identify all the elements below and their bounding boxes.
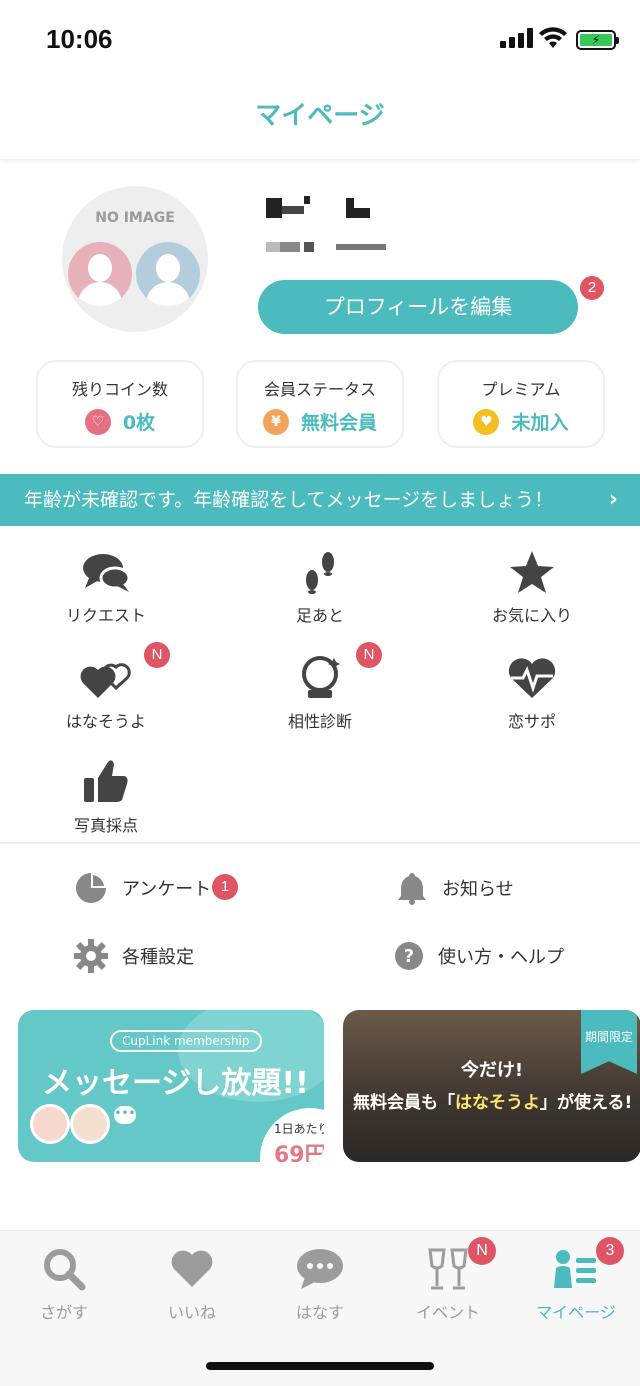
feature-hanasouyo[interactable]: はなそうよ N bbox=[26, 642, 186, 732]
star-icon bbox=[452, 546, 612, 594]
search-icon bbox=[0, 1245, 128, 1293]
section-divider bbox=[0, 842, 640, 844]
feature-label: 足あと bbox=[295, 606, 344, 625]
tab-talk[interactable]: はなす bbox=[256, 1245, 384, 1323]
heart-icon bbox=[128, 1245, 256, 1293]
menu-notices[interactable]: お知らせ bbox=[396, 868, 514, 908]
membership-pill: CupLink membership bbox=[110, 1030, 262, 1052]
membership-status-value: 無料会員 bbox=[300, 412, 377, 434]
feature-label: リクエスト bbox=[65, 606, 146, 625]
man-avatar-icon bbox=[70, 1104, 110, 1144]
female-silhouette-icon bbox=[68, 242, 132, 306]
home-indicator bbox=[206, 1362, 434, 1370]
woman-avatar-icon bbox=[30, 1104, 70, 1144]
footprints-icon bbox=[240, 546, 400, 594]
profile-name-redacted bbox=[266, 196, 376, 222]
battery-icon: ⚡ bbox=[576, 30, 619, 50]
premium-card[interactable]: プレミアム ♥ 未加入 bbox=[437, 360, 605, 448]
tab-events[interactable]: イベント N bbox=[384, 1237, 512, 1323]
age-banner-text: 年齢が未確認です。年齢確認をしてメッセージをしましょう！ bbox=[24, 489, 554, 511]
feature-label: お気に入り bbox=[491, 606, 572, 625]
coins-value: 0枚 bbox=[122, 412, 156, 434]
premium-label: プレミアム bbox=[481, 380, 561, 399]
price-amount: 69円から bbox=[274, 1143, 324, 1162]
feature-footprints[interactable]: 足あと bbox=[240, 546, 400, 626]
svg-text:?: ? bbox=[404, 946, 414, 967]
edit-profile-badge: 2 bbox=[580, 276, 604, 300]
chat-dots-icon: ••• bbox=[114, 1106, 136, 1124]
limited-line2-highlight: はなそうよ bbox=[455, 1093, 540, 1113]
events-badge: N bbox=[468, 1237, 496, 1265]
feature-favorites[interactable]: お気に入り bbox=[452, 546, 612, 626]
age-verification-banner[interactable]: 年齢が未確認です。年齢確認をしてメッセージをしましょう！ › bbox=[0, 474, 640, 526]
thumbs-up-icon bbox=[26, 756, 186, 804]
edit-profile-button[interactable]: プロフィールを編集 bbox=[258, 280, 578, 334]
gear-icon bbox=[74, 939, 108, 973]
heartbeat-icon bbox=[452, 652, 612, 700]
wifi-icon bbox=[539, 27, 567, 48]
mypage-badge: 3 bbox=[596, 1237, 624, 1265]
menu-survey-label: アンケート bbox=[122, 879, 212, 900]
feature-photo-score[interactable]: 写真採点 bbox=[26, 756, 186, 836]
membership-status-label: 会員ステータス bbox=[263, 380, 376, 399]
limited-line1: 今だけ! bbox=[460, 1060, 524, 1081]
avatar-no-image-label: NO IMAGE bbox=[95, 210, 175, 226]
tab-search[interactable]: さがす bbox=[0, 1245, 128, 1323]
bell-icon bbox=[398, 873, 426, 905]
page-title: マイページ bbox=[255, 101, 385, 131]
membership-promo-card[interactable]: CupLink membership メッセージし放題!! ••• 1日あたり … bbox=[18, 1010, 324, 1162]
feature-love-support[interactable]: 恋サポ bbox=[452, 652, 612, 732]
feature-label: 相性診断 bbox=[287, 712, 352, 731]
coin-icon: ♡ bbox=[84, 408, 111, 435]
membership-title: メッセージし放題!! bbox=[42, 1066, 309, 1101]
menu-settings[interactable]: 各種設定 bbox=[74, 936, 194, 976]
tab-label: イベント bbox=[415, 1303, 480, 1322]
tab-mypage[interactable]: マイページ 3 bbox=[512, 1237, 640, 1323]
new-badge: N bbox=[144, 642, 170, 668]
tab-label: さがす bbox=[39, 1303, 88, 1322]
menu-settings-label: 各種設定 bbox=[122, 947, 194, 968]
limited-line2: 無料会員も「はなそうよ」が使える! bbox=[353, 1088, 632, 1113]
tab-label: いいね bbox=[167, 1303, 216, 1322]
profile-info-redacted bbox=[266, 240, 392, 254]
feature-compatibility[interactable]: 相性診断 N bbox=[240, 642, 400, 732]
premium-icon: ♥ bbox=[473, 408, 500, 435]
status-bar: 10:06 ⚡ bbox=[0, 0, 640, 80]
status-time: 10:06 bbox=[46, 24, 113, 54]
feature-label: 恋サポ bbox=[507, 712, 556, 731]
coins-label: 残りコイン数 bbox=[71, 380, 168, 399]
new-badge: N bbox=[356, 642, 382, 668]
speech-bubble-icon bbox=[256, 1245, 384, 1293]
price-per-day: 1日あたり bbox=[274, 1122, 324, 1136]
limited-promo-card[interactable]: 期間限定 今だけ! 無料会員も「はなそうよ」が使える! bbox=[343, 1010, 640, 1162]
chat-bubbles-icon bbox=[26, 546, 186, 594]
menu-survey[interactable]: アンケート 1 bbox=[74, 868, 238, 908]
menu-help-label: 使い方・ヘルプ bbox=[438, 947, 564, 968]
chevron-right-icon: › bbox=[608, 487, 618, 512]
limited-line2-b: 」が使える! bbox=[540, 1093, 633, 1113]
limited-line2-a: 無料会員も「 bbox=[353, 1093, 455, 1113]
survey-badge: 1 bbox=[212, 874, 238, 900]
pie-chart-icon bbox=[76, 873, 106, 903]
avatar[interactable]: NO IMAGE bbox=[62, 186, 208, 332]
membership-status-card[interactable]: 会員ステータス ¥ 無料会員 bbox=[236, 360, 404, 448]
help-icon: ? bbox=[395, 942, 423, 970]
menu-notices-label: お知らせ bbox=[442, 879, 514, 900]
feature-label: 写真採点 bbox=[73, 816, 138, 835]
cellular-signal-icon bbox=[500, 28, 534, 48]
feature-request[interactable]: リクエスト bbox=[26, 546, 186, 626]
tab-label: マイページ bbox=[536, 1303, 616, 1322]
male-silhouette-icon bbox=[136, 242, 200, 306]
page-header: マイページ bbox=[0, 80, 640, 160]
coins-card[interactable]: 残りコイン数 ♡ 0枚 bbox=[36, 360, 204, 448]
premium-value: 未加入 bbox=[511, 412, 569, 434]
menu-help[interactable]: ? 使い方・ヘルプ bbox=[394, 936, 564, 976]
yen-icon: ¥ bbox=[262, 408, 289, 435]
tab-label: はなす bbox=[295, 1303, 344, 1322]
feature-label: はなそうよ bbox=[65, 712, 146, 731]
tab-likes[interactable]: いいね bbox=[128, 1245, 256, 1323]
